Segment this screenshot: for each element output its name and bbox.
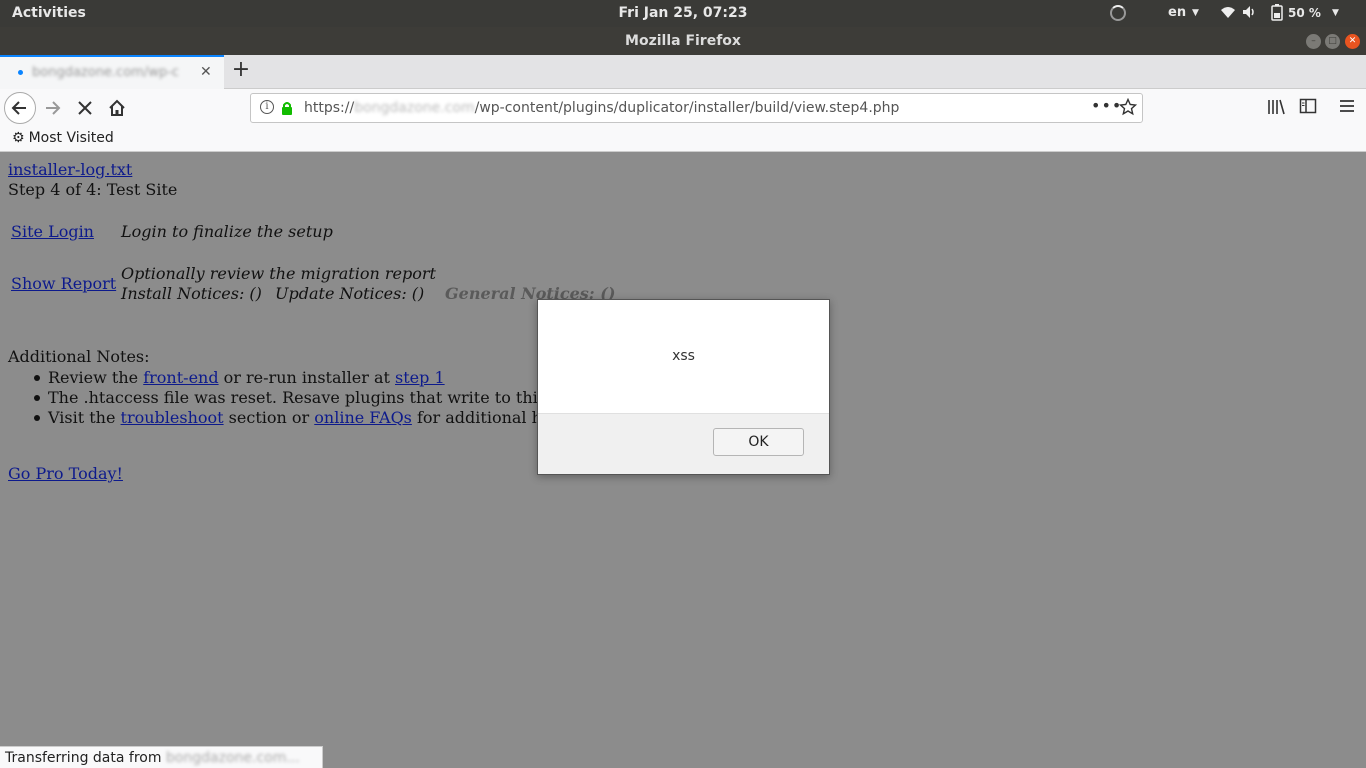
url-path: /wp-content/plugins/duplicator/installer… xyxy=(474,100,900,116)
update-notices: Update Notices: () xyxy=(275,284,425,303)
loading-spinner-icon xyxy=(1110,5,1126,21)
status-text: Transferring data from xyxy=(5,750,166,766)
library-icon[interactable] xyxy=(1266,97,1286,121)
go-pro-link[interactable]: Go Pro Today! xyxy=(8,464,123,483)
status-host: bongdazone.com... xyxy=(165,750,300,766)
list-item: Visit the troubleshoot section or online… xyxy=(34,408,546,428)
additional-notes-label: Additional Notes: xyxy=(8,347,150,366)
minimize-icon[interactable]: – xyxy=(1306,34,1321,49)
list-item: The .htaccess file was reset. Resave plu… xyxy=(34,388,546,408)
language-dropdown-icon: ▼ xyxy=(1192,8,1199,18)
bookmark-most-visited[interactable]: ⚙ Most Visited xyxy=(12,130,114,146)
window-title: Mozilla Firefox xyxy=(625,33,741,49)
stop-icon xyxy=(78,101,92,115)
notes-list: Review the front-end or re-run installer… xyxy=(34,368,546,428)
window-titlebar[interactable]: Mozilla Firefox – □ ✕ xyxy=(0,27,1366,55)
back-arrow-icon xyxy=(11,101,26,115)
url-bar[interactable]: i https://bongdazone.com/wp-content/plug… xyxy=(250,93,1143,123)
system-tray: en ▼ 50 % ▼ xyxy=(1106,0,1366,27)
forward-arrow-icon xyxy=(46,101,61,115)
installer-log-link[interactable]: installer-log.txt xyxy=(8,160,132,179)
list-item: Review the front-end or re-run installer… xyxy=(34,368,546,388)
note-text: The .htaccess file was reset. Resave plu… xyxy=(48,388,546,407)
tab-close-icon[interactable]: ✕ xyxy=(200,64,212,80)
navigation-toolbar: i https://bongdazone.com/wp-content/plug… xyxy=(0,89,1366,127)
alert-footer: OK xyxy=(538,413,829,474)
url-text[interactable]: https://bongdazone.com/wp-content/plugin… xyxy=(304,100,899,116)
step-1-link[interactable]: step 1 xyxy=(395,368,445,387)
maximize-icon[interactable]: □ xyxy=(1325,34,1340,49)
tab-title: bongdazone.com/wp-c xyxy=(32,65,179,80)
note-text: for additional h xyxy=(411,408,542,427)
hamburger-menu-icon[interactable] xyxy=(1338,97,1356,119)
gear-icon: ⚙ xyxy=(12,130,25,146)
front-end-link[interactable]: front-end xyxy=(143,368,218,387)
volume-icon[interactable] xyxy=(1241,4,1257,24)
lock-icon[interactable] xyxy=(281,101,293,119)
battery-icon[interactable] xyxy=(1271,4,1283,25)
alert-dialog: xss OK xyxy=(537,299,830,475)
note-text: Visit the xyxy=(48,408,121,427)
site-info-icon[interactable]: i xyxy=(260,100,274,114)
sidebar-icon[interactable] xyxy=(1299,97,1317,119)
wifi-icon[interactable] xyxy=(1220,4,1236,24)
tab-strip: bongdazone.com/wp-c ✕ + xyxy=(0,55,1366,89)
home-button[interactable] xyxy=(102,93,132,123)
online-faqs-link[interactable]: online FAQs xyxy=(314,408,412,427)
system-top-bar: Activities Fri Jan 25, 07:23 en ▼ 50 % ▼ xyxy=(0,0,1366,27)
bookmark-star-icon[interactable] xyxy=(1118,97,1138,120)
activities-button[interactable]: Activities xyxy=(12,5,86,21)
show-report-description: Optionally review the migration report xyxy=(121,264,436,283)
bookmark-label: Most Visited xyxy=(28,130,114,146)
site-login-description: Login to finalize the setup xyxy=(121,222,333,241)
show-report-link[interactable]: Show Report xyxy=(11,274,116,293)
note-text: or re-run installer at xyxy=(218,368,395,387)
step-heading: Step 4 of 4: Test Site xyxy=(8,180,178,199)
troubleshoot-link[interactable]: troubleshoot xyxy=(121,408,224,427)
note-text: Review the xyxy=(48,368,144,387)
forward-button[interactable] xyxy=(38,93,68,123)
new-tab-button[interactable]: + xyxy=(229,57,253,85)
site-login-link[interactable]: Site Login xyxy=(11,222,94,241)
note-text: section or xyxy=(223,408,315,427)
language-indicator[interactable]: en xyxy=(1168,5,1186,20)
home-icon xyxy=(109,99,125,116)
install-notices: Install Notices: () xyxy=(121,284,262,303)
system-menu-dropdown-icon[interactable]: ▼ xyxy=(1332,8,1339,18)
page-actions-icon[interactable]: ••• xyxy=(1091,96,1122,115)
close-window-icon[interactable]: ✕ xyxy=(1345,34,1360,49)
alert-message: xss xyxy=(672,348,695,364)
status-bar: Transferring data from bongdazone.com... xyxy=(0,746,323,768)
battery-percentage[interactable]: 50 % xyxy=(1288,6,1321,20)
url-host: bongdazone.com xyxy=(354,100,475,116)
bookmarks-toolbar: ⚙ Most Visited xyxy=(0,127,1366,152)
back-button[interactable] xyxy=(4,92,36,124)
url-scheme: https:// xyxy=(304,100,355,116)
ok-button[interactable]: OK xyxy=(713,428,804,456)
clock[interactable]: Fri Jan 25, 07:23 xyxy=(619,5,748,21)
tab-active[interactable]: bongdazone.com/wp-c ✕ xyxy=(0,55,224,89)
stop-button[interactable] xyxy=(70,93,100,123)
tab-loading-icon xyxy=(18,70,23,75)
